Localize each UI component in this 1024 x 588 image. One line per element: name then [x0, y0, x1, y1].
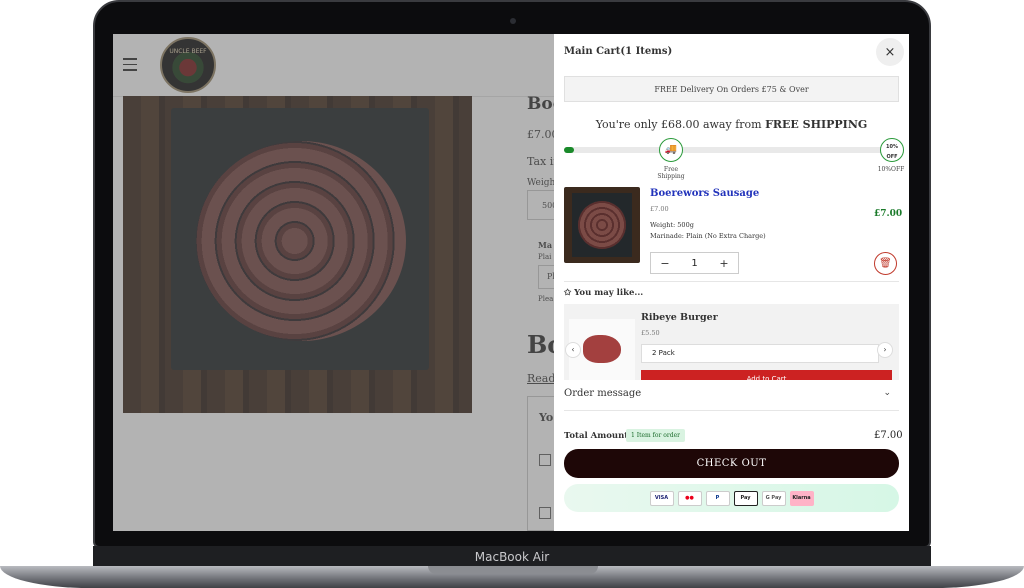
quantity-decrease-button[interactable]: − — [651, 253, 679, 273]
total-amount: £7.00 — [874, 430, 903, 441]
you-may-like-heading: ✩ You may like... — [564, 288, 644, 298]
cart-drawer: Main Cart(1 Items) × FREE Delivery On Or… — [554, 34, 909, 531]
cart-title: Main Cart(1 Items) — [564, 46, 673, 57]
cart-item-weight: Weight: 500g — [650, 221, 694, 229]
cart-item-image[interactable] — [564, 187, 640, 263]
shipping-prefix: You're only £68.00 away from — [595, 118, 766, 131]
page-overlay[interactable] — [113, 34, 554, 531]
ribeye-meat — [583, 335, 621, 363]
order-message-label: Order message — [564, 388, 642, 399]
mini-slate — [572, 193, 632, 257]
item-count-badge: 1 Item for order — [626, 429, 686, 442]
upsell-add-button[interactable]: Add to Cart — [641, 370, 892, 380]
shipping-progress-fill — [564, 147, 575, 153]
camera-dot — [510, 18, 516, 24]
item-divider — [564, 281, 899, 282]
quantity-stepper: − 1 + — [650, 252, 739, 274]
cart-item-name[interactable]: Boerewors Sausage — [650, 188, 759, 199]
discount-badge-icon: 10% OFF — [880, 138, 904, 162]
milestone-free-shipping-label: Free Shipping — [654, 166, 688, 180]
chevron-left-icon[interactable]: ‹ — [565, 342, 581, 358]
paypal-icon: P — [705, 490, 730, 506]
order-message-toggle[interactable]: Order message ⌄ — [564, 388, 899, 410]
upsell-name[interactable]: Ribeye Burger — [641, 312, 718, 323]
shipping-goal: FREE SHIPPING — [765, 118, 868, 131]
milestone-1-line1: Free — [663, 166, 679, 173]
cart-item-line-price: £7.00 — [874, 209, 903, 219]
device-label: MacBook Air — [93, 546, 931, 568]
visa-icon: VISA — [649, 490, 674, 506]
trash-icon[interactable]: 🗑 — [874, 252, 897, 275]
google-pay-icon: G Pay — [761, 490, 786, 506]
chevron-down-icon: ⌄ — [883, 388, 891, 398]
upsell-variant-select[interactable]: 2 Pack — [641, 344, 879, 363]
total-label: Total Amount — [564, 431, 629, 441]
apple-pay-icon: Pay — [733, 490, 758, 506]
laptop-notch — [428, 566, 598, 574]
shipping-progress-text: You're only £68.00 away from FREE SHIPPI… — [554, 118, 909, 131]
chevron-right-icon[interactable]: › — [877, 342, 893, 358]
upsell-card: Ribeye Burger £5.50 2 Pack Add to Cart ‹… — [564, 304, 899, 380]
mastercard-icon: ●● — [677, 490, 702, 506]
mini-sausage — [578, 201, 626, 249]
cart-item-unit-price: £7.00 — [650, 205, 669, 213]
close-icon[interactable]: × — [876, 38, 904, 66]
upsell-price: £5.50 — [641, 329, 660, 337]
payment-methods: VISA ●● P Pay G Pay Klarna — [564, 484, 899, 512]
klarna-icon: Klarna — [789, 490, 814, 506]
milestone-1-line2: Shipping — [657, 173, 685, 180]
quantity-value[interactable]: 1 — [679, 258, 710, 269]
shipping-progress-bar — [564, 147, 899, 153]
truck-icon: 🚚 — [659, 138, 683, 162]
cart-item-marinade: Marinade: Plain (No Extra Charge) — [650, 232, 766, 240]
screen: UNCLE BEEF Boo £7.00 Tax in Weigh 500 Ma… — [113, 34, 909, 531]
checkout-button[interactable]: CHECK OUT — [564, 449, 899, 478]
milestone-discount-label: 10%OFF — [877, 166, 905, 173]
quantity-increase-button[interactable]: + — [710, 253, 738, 273]
order-divider — [564, 410, 899, 411]
free-delivery-banner: FREE Delivery On Orders £75 & Over — [564, 76, 899, 102]
